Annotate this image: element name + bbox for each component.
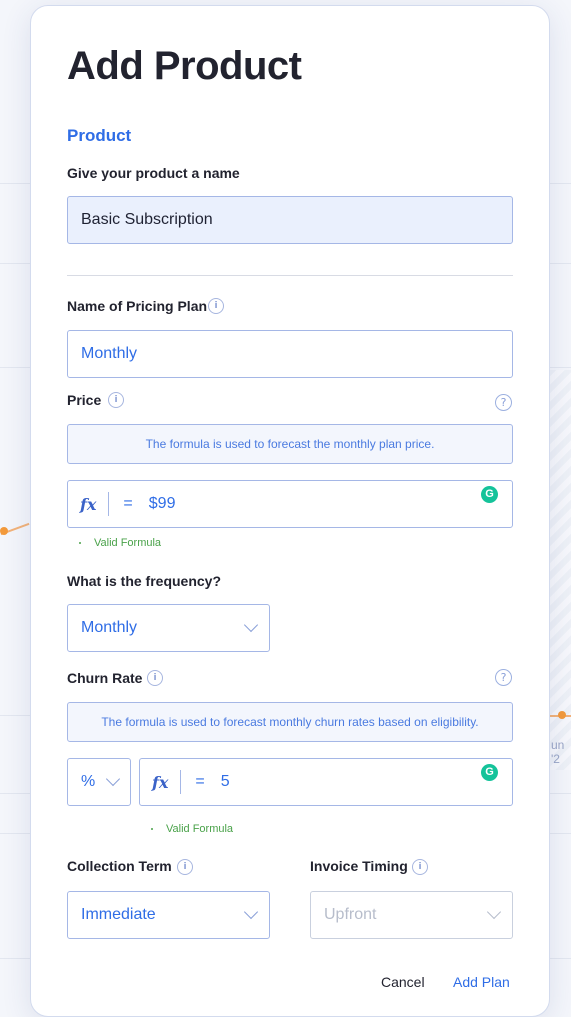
formula-icon: fx — [80, 494, 97, 514]
price-hint: The formula is used to forecast the mont… — [67, 424, 513, 464]
churn-formula-input[interactable]: fx = 5 — [139, 758, 513, 806]
price-formula-value: $99 — [148, 495, 176, 512]
frequency-value: Monthly — [81, 619, 138, 636]
invoice-timing-select[interactable]: Upfront — [310, 891, 513, 939]
collection-term-label: Collection Term — [67, 858, 172, 874]
churn-rate-hint: The formula is used to forecast monthly … — [67, 702, 513, 742]
add-plan-button[interactable]: Add Plan — [453, 974, 510, 990]
pricing-plan-input[interactable]: Monthly — [67, 330, 513, 378]
pricing-plan-value: Monthly — [81, 345, 138, 362]
equals-sign: = — [195, 773, 205, 790]
bg-axis-label: un '2 — [551, 738, 565, 766]
grammarly-icon[interactable]: G — [481, 764, 498, 781]
bg-chart-point — [0, 527, 8, 535]
chevron-down-icon — [243, 617, 259, 633]
collection-term-select[interactable]: Immediate — [67, 891, 270, 939]
price-formula-input[interactable]: fx = $99 — [67, 480, 513, 528]
help-icon[interactable]: ? — [495, 669, 512, 686]
cancel-button[interactable]: Cancel — [381, 974, 425, 990]
add-product-modal: Add Product Product Give your product a … — [30, 5, 550, 1017]
invoice-timing-value: Upfront — [324, 906, 377, 923]
chevron-down-icon — [486, 904, 502, 920]
section-title: Product — [67, 126, 132, 145]
pricing-plan-label: Name of Pricing Plan — [67, 298, 208, 314]
equals-sign: = — [123, 495, 133, 512]
help-icon[interactable]: ? — [495, 394, 512, 411]
chevron-down-icon — [105, 771, 121, 787]
product-name-label: Give your product a name — [67, 165, 240, 181]
valid-dot — [79, 542, 81, 544]
churn-rate-label: Churn Rate — [67, 670, 143, 686]
chevron-down-icon — [243, 904, 259, 920]
price-label: Price — [67, 392, 102, 408]
churn-formula-value: 5 — [220, 773, 230, 790]
churn-unit-select[interactable]: % — [67, 758, 131, 806]
bg-chart-point — [558, 711, 566, 719]
churn-validation: Valid Formula — [166, 823, 234, 835]
product-name-value: Basic Subscription — [81, 211, 213, 228]
divider — [67, 275, 513, 276]
formula-separator — [108, 492, 110, 516]
info-icon[interactable]: i — [208, 298, 224, 314]
formula-icon: fx — [152, 772, 169, 792]
collection-term-value: Immediate — [81, 906, 156, 923]
grammarly-icon[interactable]: G — [481, 486, 498, 503]
valid-dot — [151, 828, 153, 830]
frequency-select[interactable]: Monthly — [67, 604, 270, 652]
frequency-label: What is the frequency? — [67, 573, 222, 589]
bg-hatched-region — [548, 370, 571, 770]
product-name-input[interactable]: Basic Subscription — [67, 196, 513, 244]
info-icon[interactable]: i — [177, 859, 193, 875]
churn-unit-value: % — [81, 773, 96, 790]
invoice-timing-label: Invoice Timing — [310, 858, 408, 874]
info-icon[interactable]: i — [412, 859, 428, 875]
modal-title: Add Product — [67, 44, 302, 88]
info-icon[interactable]: i — [147, 670, 163, 686]
formula-separator — [180, 770, 182, 794]
price-validation: Valid Formula — [94, 537, 162, 549]
info-icon[interactable]: i — [108, 392, 124, 408]
